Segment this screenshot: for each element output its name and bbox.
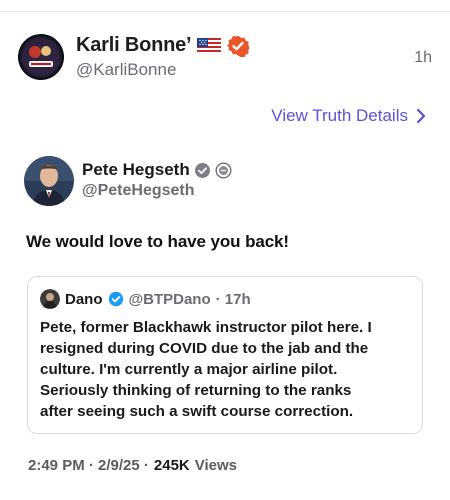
verified-badge-icon <box>227 35 251 58</box>
chevron-right-icon <box>416 108 426 124</box>
author-name-row: Karli Bonne’ <box>76 34 251 58</box>
quoted-text-line: after seeing such a swift course correct… <box>40 403 354 420</box>
quoted-post-time: · 17h <box>215 290 251 308</box>
post-time: 1h <box>414 49 432 66</box>
avatar[interactable] <box>18 34 64 80</box>
truth-author-row: Pete Hegseth <box>82 160 232 180</box>
us-flag-icon <box>197 37 222 54</box>
verified-badge-icon <box>108 291 124 307</box>
views-label: Views <box>194 457 238 474</box>
top-divider <box>0 11 450 12</box>
quoted-text-line: Seriously thinking of returning to the r… <box>40 382 352 399</box>
quoted-text-line: resigned during COVID due to the jab and… <box>40 340 369 357</box>
views-count: 245K <box>153 457 190 474</box>
post-header: Karli Bonne’ @KarliBonne 1h <box>18 32 438 84</box>
verified-badge-icon <box>194 162 211 179</box>
quoted-post-card[interactable]: Dano @BTPDano · 17h Pete, former Blackha… <box>27 276 423 434</box>
post-meta: 2:49 PM · 2/9/25 · 245K Views <box>28 457 237 474</box>
quoted-text-line: Pete, former Blackhawk instructor pilot … <box>40 319 372 336</box>
truth-header: Pete Hegseth @PeteHegseth <box>24 156 424 206</box>
author-name[interactable]: Karli Bonne’ <box>76 34 192 57</box>
view-truth-details-label: View Truth Details <box>271 106 408 125</box>
post-timestamp: 2:49 PM · 2/9/25 · <box>28 457 149 474</box>
quoted-post-text: Pete, former Blackhawk instructor pilot … <box>40 317 414 422</box>
quoted-text-line: culture. I'm currently a major airline p… <box>40 361 338 378</box>
truth-author-name[interactable]: Pete Hegseth <box>82 160 190 180</box>
quoted-author-name[interactable]: Dano <box>65 291 103 308</box>
avatar[interactable] <box>40 289 60 309</box>
author-handle[interactable]: @KarliBonne <box>76 60 176 80</box>
truth-author-handle[interactable]: @PeteHegseth <box>82 182 195 200</box>
quoted-author-handle[interactable]: @BTPDano <box>129 291 211 308</box>
view-truth-details-link[interactable]: View Truth Details <box>271 106 426 126</box>
quoted-post-header: Dano @BTPDano · 17h <box>40 289 251 309</box>
truth-text: We would love to have you back! <box>26 232 289 251</box>
avatar[interactable] <box>24 156 74 206</box>
government-badge-icon <box>215 161 232 179</box>
